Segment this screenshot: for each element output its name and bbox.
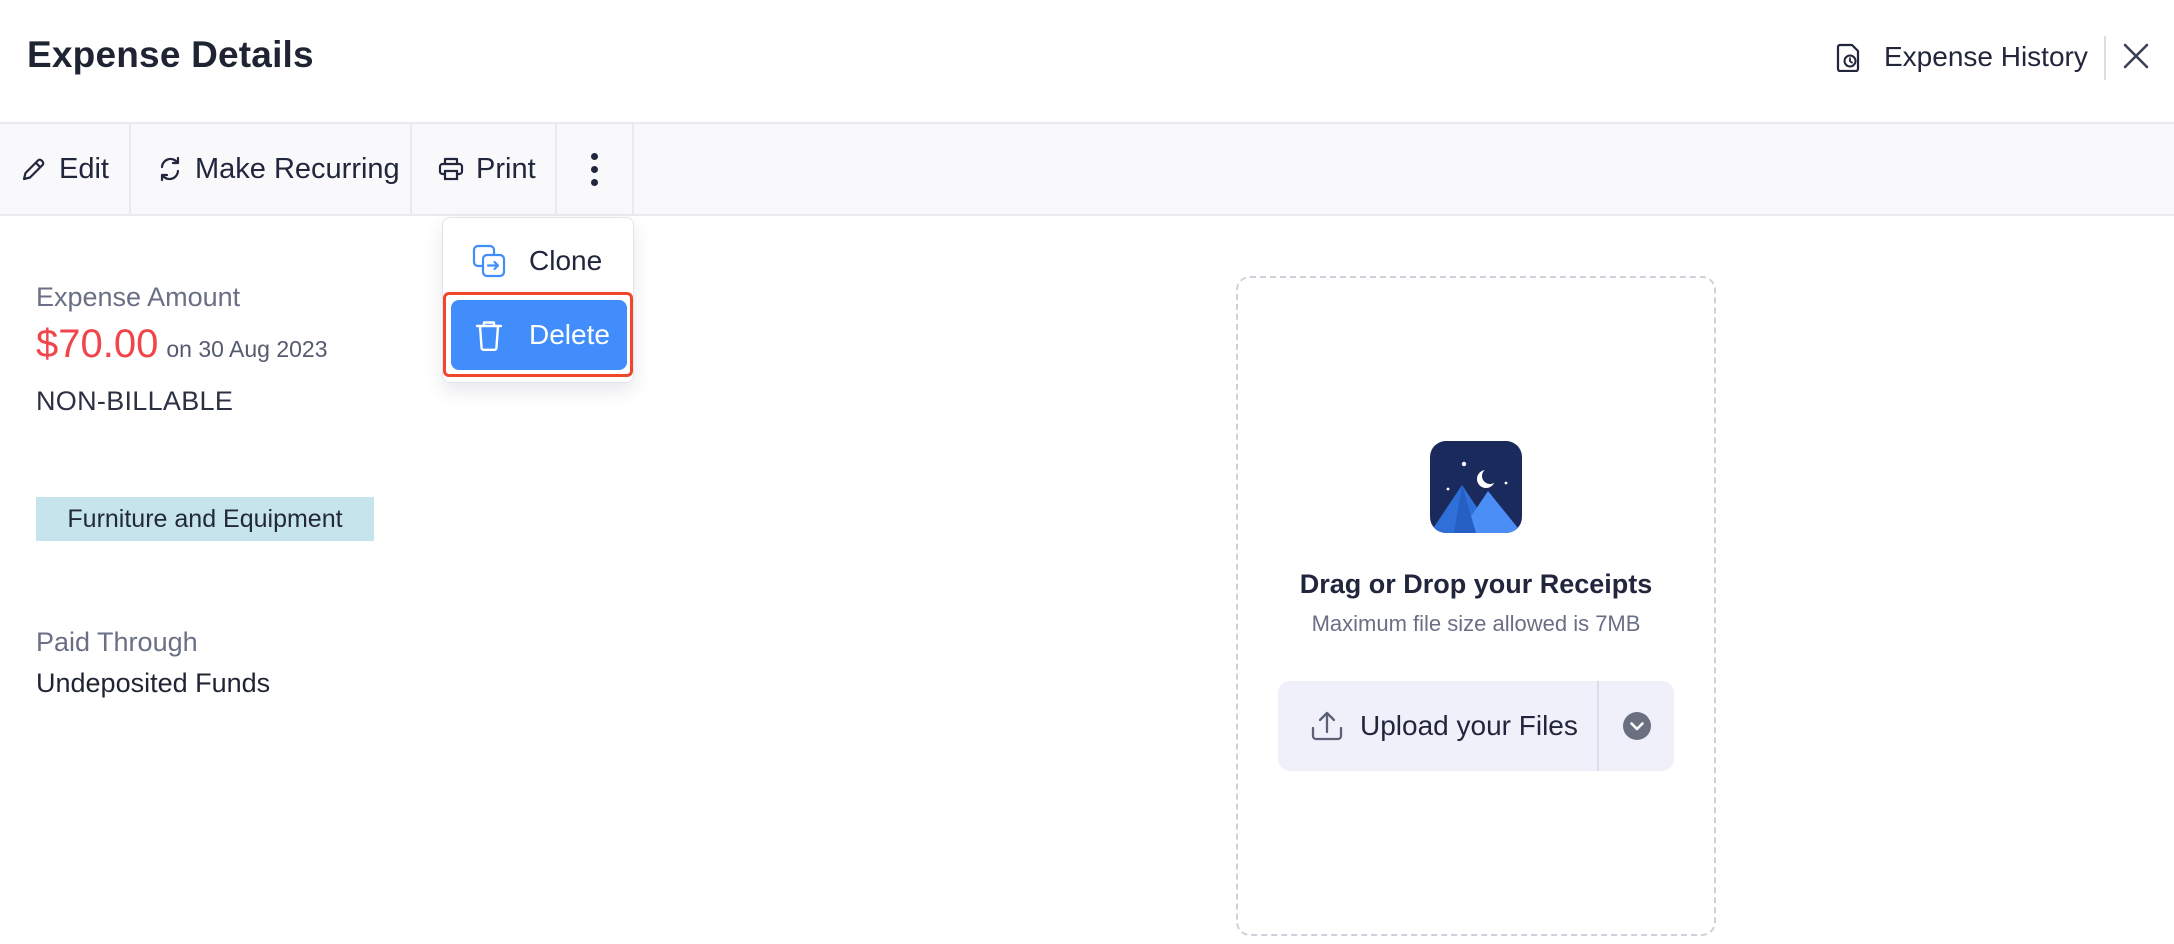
- menu-item-delete-label: Delete: [529, 319, 610, 350]
- make-recurring-label: Make Recurring: [195, 152, 400, 185]
- expense-history-label: Expense History: [1884, 41, 2088, 72]
- expense-date: on 30 Aug 2023: [166, 336, 328, 362]
- history-icon: [1836, 42, 1862, 73]
- expense-amount-row: $70.00 on 30 Aug 2023: [36, 322, 328, 367]
- expense-history-button[interactable]: Expense History: [1836, 34, 2088, 80]
- print-label: Print: [476, 152, 536, 185]
- menu-item-clone-label: Clone: [529, 245, 603, 276]
- more-options-button[interactable]: [557, 124, 634, 214]
- receipt-illustration-icon: [1430, 441, 1522, 533]
- billable-status: NON-BILLABLE: [36, 386, 234, 416]
- upload-button-group: Upload your Files: [1278, 681, 1674, 771]
- print-button[interactable]: Print: [412, 124, 557, 214]
- edit-button[interactable]: Edit: [0, 124, 131, 214]
- action-toolbar: Edit Make Recurring Print: [0, 122, 2174, 216]
- upload-files-button[interactable]: Upload your Files: [1278, 681, 1599, 771]
- paid-through-label: Paid Through: [36, 627, 198, 657]
- expense-amount-label: Expense Amount: [36, 282, 241, 312]
- pencil-icon: [20, 155, 48, 183]
- paid-through-value: Undeposited Funds: [36, 668, 271, 698]
- close-button[interactable]: [2118, 38, 2154, 74]
- make-recurring-button[interactable]: Make Recurring: [131, 124, 412, 214]
- upload-options-toggle[interactable]: [1599, 681, 1674, 771]
- menu-item-clone[interactable]: Clone: [451, 226, 627, 296]
- more-vertical-icon: [591, 152, 598, 186]
- expense-amount: $70.00: [36, 322, 159, 366]
- more-options-menu: Clone Delete: [442, 217, 634, 383]
- category-tag: Furniture and Equipment: [36, 497, 374, 541]
- upload-icon: [1310, 710, 1344, 742]
- page-title: Expense Details: [27, 34, 314, 75]
- close-icon: [2123, 43, 2149, 69]
- dropzone-subtitle: Maximum file size allowed is 7MB: [1311, 611, 1641, 636]
- clone-icon: [471, 243, 507, 279]
- header-divider: [2104, 36, 2106, 80]
- header: Expense Details Expense History: [0, 0, 2174, 122]
- dropzone-title: Drag or Drop your Receipts: [1299, 569, 1653, 599]
- trash-icon: [471, 317, 507, 353]
- menu-item-delete[interactable]: Delete: [451, 300, 627, 370]
- upload-files-label: Upload your Files: [1360, 710, 1578, 741]
- edit-label: Edit: [59, 152, 109, 185]
- recurring-icon: [156, 155, 184, 183]
- receipt-dropzone[interactable]: [1236, 276, 1716, 936]
- printer-icon: [437, 155, 465, 183]
- chevron-down-icon: [1622, 712, 1651, 740]
